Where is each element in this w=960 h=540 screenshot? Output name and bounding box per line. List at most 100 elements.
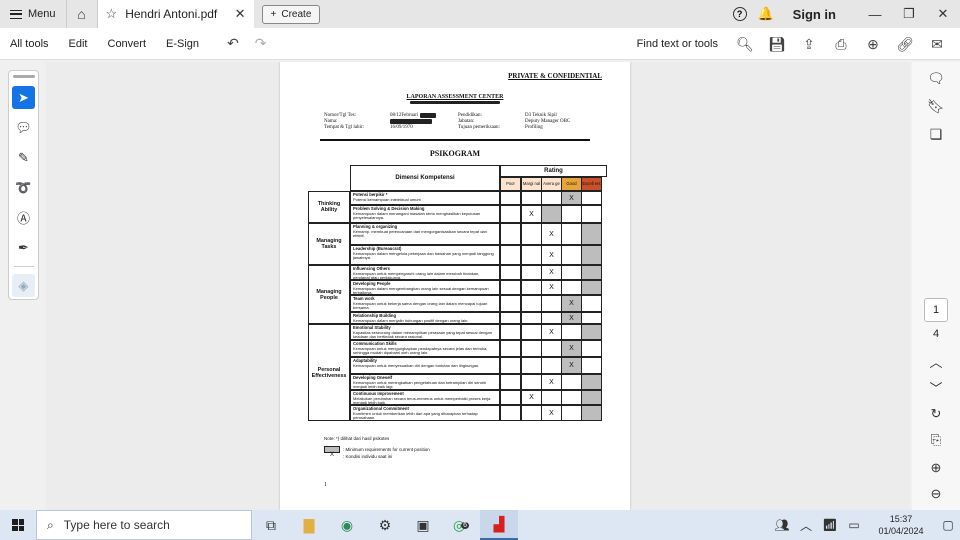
menu-label: Menu [28, 8, 56, 20]
start-button[interactable] [0, 510, 36, 540]
page-fit-icon[interactable]: ⎘ [912, 432, 960, 448]
rating-cell [521, 280, 542, 295]
home-button[interactable]: ⌂ [65, 0, 98, 28]
settings-gear-icon[interactable]: ⚙ [366, 510, 404, 540]
highlight-pen-icon[interactable]: ✎ [12, 146, 35, 169]
task-view-icon[interactable]: ⧉ [252, 510, 290, 540]
rating-cell [521, 245, 542, 265]
edit-button[interactable]: Edit [59, 38, 98, 50]
info-right-labels: Pendidikan: Jabatan: Tujuan pemeriksaan: [458, 113, 500, 132]
draw-freehand-icon[interactable]: ➰ [12, 176, 35, 199]
rating-cell [561, 245, 582, 265]
rating-cell [561, 265, 582, 280]
zoom-out-icon[interactable]: ⊖ [912, 486, 960, 502]
notification-bell-icon[interactable]: 🔔 [753, 6, 779, 22]
document-tab[interactable]: ☆ Hendri Antoni.pdf ✕ [97, 0, 254, 28]
windows-taskbar: ⌕ Type here to search ⧉ ▇ ◉ ⚙ ▣ ◎ 6 ▟ 👥︎ … [0, 510, 960, 540]
action-center-icon[interactable]: ▢ [936, 518, 960, 532]
competency-description: Kemampuan dalam menjalin hubungan positi… [353, 317, 469, 323]
rating-cell: X [541, 223, 562, 245]
main-toolbar: All tools Edit Convert E-Sign ↶ ↷ Find t… [0, 28, 960, 60]
sign-in-button[interactable]: Sign in [793, 7, 836, 22]
show-hidden-icons-chevron-icon[interactable]: ︿ [794, 517, 818, 534]
battery-icon[interactable]: ▭ [842, 518, 866, 532]
file-explorer-icon[interactable]: ▇ [290, 510, 328, 540]
rating-header: Rating [500, 165, 607, 177]
help-icon[interactable]: ? [732, 7, 747, 21]
comments-icon[interactable]: 🗨︎ [912, 64, 960, 92]
rating-cell [561, 374, 582, 390]
clock-time: 15:37 [889, 514, 913, 524]
rail-divider [13, 266, 34, 267]
convert-button[interactable]: Convert [98, 38, 157, 50]
pages-thumbnail-icon[interactable]: ❏ [912, 120, 960, 148]
email-icon[interactable]: ✉ [922, 36, 952, 53]
competency-row: Leadership (Bureaucrat) Kemampuan dalam m… [350, 245, 500, 265]
print-icon[interactable]: ⎙ [826, 36, 856, 53]
rating-cell [581, 265, 602, 280]
whatsapp-icon[interactable]: ◎ 6 [442, 510, 480, 540]
create-label: Create [281, 8, 312, 20]
total-pages: 4 [932, 328, 940, 340]
current-page-field[interactable]: 1 [924, 298, 948, 322]
rating-cell [581, 340, 602, 357]
rating-cell [521, 265, 542, 280]
redo-icon[interactable]: ↷ [247, 35, 275, 52]
minimize-icon[interactable]: — [858, 7, 892, 22]
close-tab-icon[interactable]: ✕ [235, 6, 246, 22]
add-comment-icon[interactable]: 💬︎ [12, 116, 35, 139]
photos-icon[interactable]: ▣ [404, 510, 442, 540]
rating-cell: X [541, 324, 562, 340]
previous-page-icon[interactable]: ︿ [912, 352, 960, 371]
acrobat-icon[interactable]: ▟ [480, 510, 518, 540]
people-icon[interactable]: 👥︎ [770, 518, 794, 532]
competency-description: Potensi kemampuan intelektual umum [353, 196, 421, 202]
link-icon[interactable]: 🔗︎ [890, 36, 920, 53]
legend-shade-text: : Minimum requirements for current posit… [343, 447, 430, 452]
rating-cell [521, 191, 542, 205]
save-icon[interactable]: 💾︎ [762, 36, 792, 53]
rail-drag-handle[interactable] [12, 75, 35, 78]
undo-icon[interactable]: ↶ [219, 35, 247, 52]
star-icon[interactable]: ☆ [106, 6, 118, 22]
rating-cell [581, 280, 602, 295]
all-tools-button[interactable]: All tools [0, 38, 59, 50]
signature-icon[interactable]: ✒ [12, 236, 35, 259]
bookmarks-icon[interactable]: 🔖︎ [912, 92, 960, 120]
zoom-in-icon[interactable]: ⊕ [912, 460, 960, 476]
select-cursor-icon[interactable]: ➤ [12, 86, 35, 109]
document-canvas[interactable]: PRIVATE & CONFIDENTIAL LAPORAN ASSESSMEN… [46, 62, 910, 510]
find-text-button[interactable]: Find text or tools [627, 38, 728, 50]
taskbar-clock[interactable]: 15:37 01/04/2024 [866, 513, 936, 537]
info-value: Profiling [525, 125, 543, 131]
rating-cell [521, 357, 542, 374]
create-button[interactable]: + Create [261, 4, 321, 24]
wifi-icon[interactable]: 📶︎ [818, 518, 842, 532]
esign-button[interactable]: E-Sign [156, 38, 209, 50]
menu-button[interactable]: Menu [0, 0, 66, 28]
upload-cloud-icon[interactable]: ⇪ [794, 36, 824, 53]
rotate-icon[interactable]: ↻ [912, 406, 960, 422]
text-box-icon[interactable]: Ⓐ [12, 206, 35, 229]
eraser-icon[interactable]: ◈ [12, 274, 35, 297]
rating-column-header: Excell ent [581, 177, 602, 191]
add-user-icon[interactable]: ⊕ [858, 36, 888, 53]
rating-cell [561, 280, 582, 295]
next-page-icon[interactable]: ﹀ [912, 378, 960, 397]
chrome-icon[interactable]: ◉ [328, 510, 366, 540]
restore-icon[interactable]: ❐ [892, 6, 926, 22]
competency-row: Problem Solving & Decision Making Kemampu… [350, 205, 500, 223]
search-icon[interactable]: 🔍︎ [730, 36, 760, 53]
competency-description: Kemampuan untuk menyesuaikan diri dengan… [353, 362, 480, 368]
rating-column-header: Poor [500, 177, 521, 191]
close-window-icon[interactable]: ✕ [926, 6, 960, 22]
competency-description: Kemampuan untuk mengungkapkan pendapatny… [353, 345, 488, 356]
rating-cell [500, 280, 521, 295]
home-icon: ⌂ [77, 6, 86, 22]
rating-cell [581, 405, 602, 421]
window-controls: ? 🔔 Sign in — ❐ ✕ [727, 0, 960, 28]
rating-cell [500, 205, 521, 223]
competency-row: Influencing Others Kemampuan untuk mempen… [350, 265, 500, 280]
rating-cell [561, 405, 582, 421]
taskbar-search-box[interactable]: ⌕ Type here to search [36, 510, 252, 540]
